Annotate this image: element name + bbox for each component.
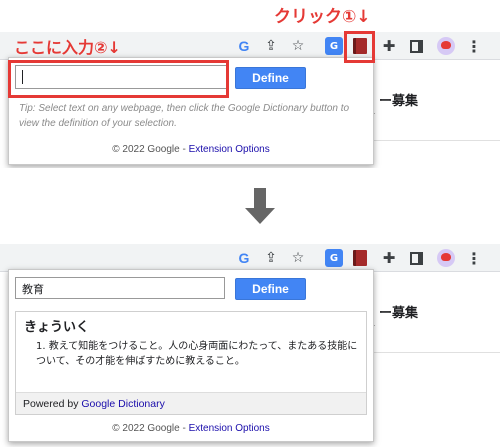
define-button[interactable]: Define [235, 67, 306, 89]
extension-highlight-box [344, 31, 375, 63]
step-one-screenshot: G ⇪ ☆ G ✚ ⋮ ー募集 er Define Tip: Select te… [0, 0, 500, 168]
share-icon[interactable]: ⇪ [260, 247, 282, 269]
google-dictionary-extension-icon[interactable] [353, 250, 367, 266]
google-lens-icon[interactable]: G [233, 247, 255, 269]
define-button[interactable]: Define [235, 278, 306, 300]
powered-by-bar: Powered by Google Dictionary [16, 392, 366, 414]
input-highlight-box [8, 60, 229, 98]
copyright-text: © 2022 Google - [112, 423, 189, 434]
bookmark-star-icon[interactable]: ☆ [287, 35, 309, 57]
popup-footer: © 2022 Google - Extension Options [9, 144, 373, 155]
step-two-screenshot: G ⇪ ☆ G ✚ ⋮ ー募集 er 教育 Define きょういく 1. 教え… [0, 236, 500, 447]
page-heading: ー募集 [379, 94, 419, 109]
copyright-text: © 2022 Google - [112, 144, 189, 155]
more-menu-icon[interactable]: ⋮ [463, 247, 485, 269]
powered-by-text: Powered by [23, 398, 82, 410]
translate-icon[interactable]: G [325, 37, 343, 55]
tip-text: Tip: Select text on any webpage, then cl… [19, 103, 350, 129]
click-annotation: クリック①↓ [274, 7, 371, 27]
side-panel-icon[interactable] [410, 40, 423, 53]
extensions-puzzle-icon[interactable]: ✚ [378, 35, 400, 57]
definition-text: 1. 教えて知能をつけること。人の心身両面にわたって、またある技能について、その… [36, 341, 358, 367]
browser-toolbar: G ⇪ ☆ G ✚ ⋮ [0, 244, 500, 272]
share-icon[interactable]: ⇪ [260, 35, 282, 57]
extension-options-link[interactable]: Extension Options [189, 423, 270, 434]
page-divider [370, 140, 500, 141]
profile-avatar[interactable] [437, 249, 455, 267]
search-input[interactable]: 教育 [15, 277, 225, 299]
translate-icon[interactable]: G [325, 249, 343, 267]
extensions-puzzle-icon[interactable]: ✚ [378, 247, 400, 269]
more-menu-icon[interactable]: ⋮ [463, 35, 485, 57]
dictionary-popup: 教育 Define きょういく 1. 教えて知能をつけること。人の心身両面にわた… [8, 269, 374, 442]
bookmark-star-icon[interactable]: ☆ [287, 247, 309, 269]
definition-box: きょういく 1. 教えて知能をつけること。人の心身両面にわたって、またある技能に… [15, 311, 367, 415]
page-heading: ー募集 [379, 306, 419, 321]
google-lens-icon[interactable]: G [233, 35, 255, 57]
extension-options-link[interactable]: Extension Options [189, 144, 270, 155]
headword: きょういく [24, 320, 90, 335]
input-annotation: ここに入力②↓ [14, 38, 121, 57]
side-panel-icon[interactable] [410, 252, 423, 265]
page-divider [370, 352, 500, 353]
profile-avatar[interactable] [437, 37, 455, 55]
down-arrow-icon [245, 188, 275, 226]
google-dictionary-link[interactable]: Google Dictionary [81, 398, 164, 410]
popup-footer: © 2022 Google - Extension Options [9, 423, 373, 434]
